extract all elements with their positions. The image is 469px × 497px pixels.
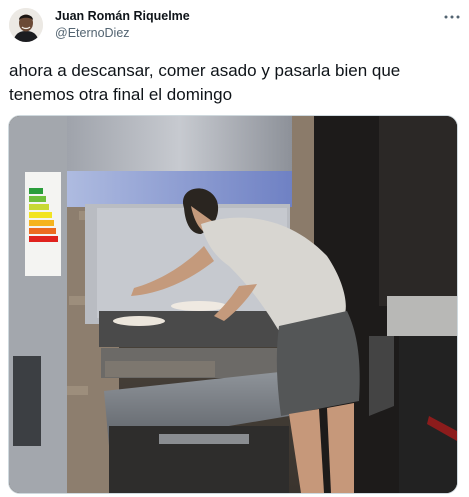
- tweet-media-photo[interactable]: [8, 115, 458, 494]
- photo-image: [9, 116, 457, 493]
- author-handle[interactable]: @EternoDiez: [55, 26, 130, 40]
- avatar-photo: [9, 8, 43, 42]
- author-name[interactable]: Juan Román Riquelme: [55, 9, 190, 23]
- tweet-card: Juan Román Riquelme @EternoDiez ahora a …: [0, 0, 469, 497]
- more-button[interactable]: [441, 9, 463, 25]
- avatar[interactable]: [9, 8, 43, 42]
- tweet-text: ahora a descansar, comer asado y pasarla…: [9, 61, 401, 104]
- more-horizontal-icon: [444, 15, 460, 19]
